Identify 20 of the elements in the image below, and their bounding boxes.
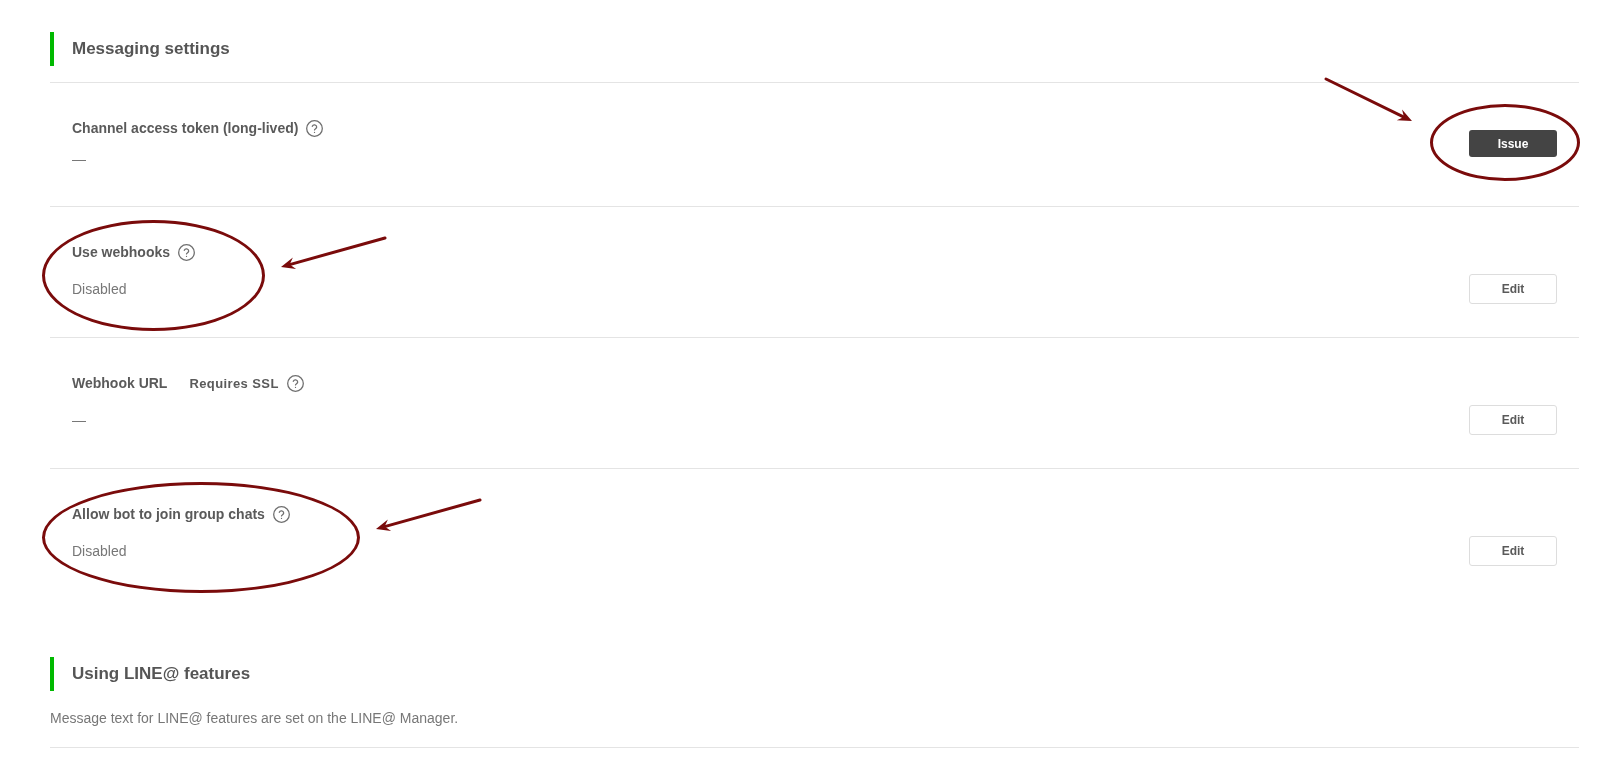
help-icon[interactable] xyxy=(306,119,324,137)
setting-value: Disabled xyxy=(72,542,128,561)
section-heading: Using LINE@ features xyxy=(50,657,1579,691)
section-heading: Messaging settings xyxy=(50,32,1579,66)
help-icon[interactable] xyxy=(286,374,304,392)
edit-button[interactable]: Edit xyxy=(1469,536,1557,566)
setting-value: Disabled xyxy=(72,280,128,299)
setting-label: Webhook URL xyxy=(72,375,168,391)
setting-value: — xyxy=(72,411,87,430)
setting-label: Allow bot to join group chats xyxy=(72,506,265,522)
help-icon[interactable] xyxy=(272,505,290,523)
section-description: Message text for LINE@ features are set on the LINE@ Manager. xyxy=(50,708,1579,748)
setting-value: — xyxy=(72,150,87,169)
setting-label: Use webhooks xyxy=(72,244,171,260)
requirement-note: Requires SSL xyxy=(189,375,279,391)
setting-label: Channel access token (long-lived) xyxy=(72,120,299,136)
issue-button[interactable]: Issue xyxy=(1469,130,1557,157)
edit-button[interactable]: Edit xyxy=(1469,405,1557,435)
edit-button[interactable]: Edit xyxy=(1469,274,1557,304)
help-icon[interactable] xyxy=(178,243,196,261)
